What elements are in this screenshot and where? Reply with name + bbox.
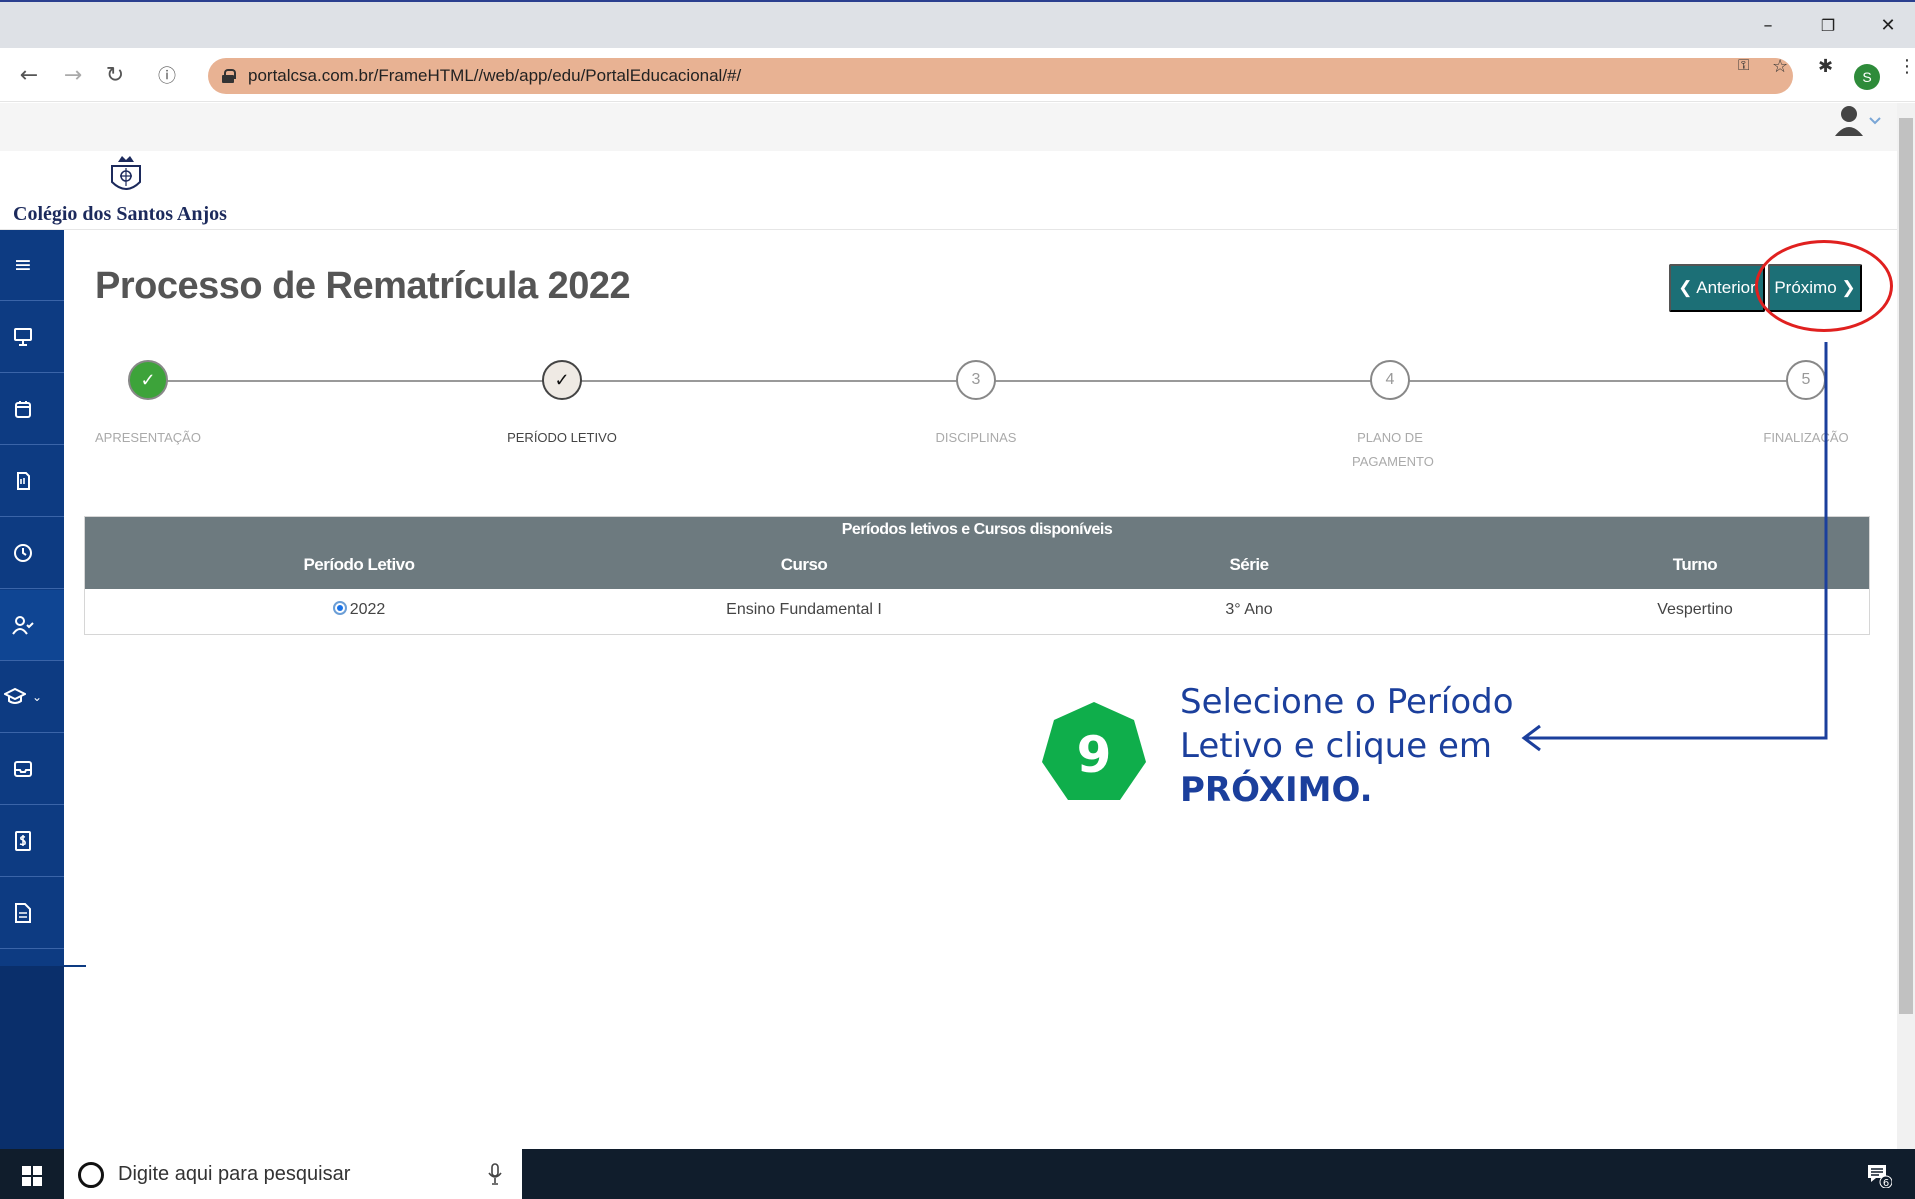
column-header-periodo: Período Letivo: [303, 555, 415, 574]
sidebar-item-academic[interactable]: ⌄: [0, 662, 64, 733]
step-2-label: PERÍODO LETIVO: [507, 430, 617, 445]
taskbar-search-box[interactable]: Digite aqui para pesquisar: [64, 1149, 522, 1199]
notification-center-icon[interactable]: 6: [1866, 1162, 1892, 1188]
header-divider: [0, 229, 1897, 230]
reload-icon[interactable]: ↻: [98, 58, 132, 92]
url-text: portalcsa.com.br/FrameHTML//web/app/edu/…: [248, 66, 742, 85]
step-4-circle: 4: [1370, 360, 1410, 400]
step-3-label: DISCIPLINAS: [935, 430, 1017, 445]
scrollbar-thumb[interactable]: [1899, 118, 1913, 1014]
graduation-cap-icon: [3, 687, 26, 704]
next-button-highlight: [1755, 240, 1893, 332]
windows-start-icon[interactable]: [22, 1166, 42, 1186]
cell-periodo[interactable]: 2022: [209, 601, 509, 619]
step-1-label: APRESENTAÇÃO: [95, 430, 201, 445]
site-info-icon[interactable]: ⓘ: [150, 58, 184, 92]
user-menu-icon[interactable]: [1832, 104, 1866, 140]
cell-serie: 3° Ano: [1225, 601, 1273, 618]
inbox-icon: [14, 761, 32, 777]
minimize-button[interactable]: –: [1748, 10, 1788, 40]
previous-button[interactable]: ❮ Anterior: [1669, 264, 1765, 312]
chevron-down-icon: ⌄: [31, 690, 43, 704]
instruction-line-1: Selecione o Período: [1180, 682, 1514, 722]
period-radio[interactable]: [332, 601, 347, 615]
sidebar-item-documents[interactable]: [0, 878, 64, 949]
sidebar-item-schedule[interactable]: [0, 518, 64, 589]
portal-top-header: [0, 103, 1897, 151]
monitor-icon: [14, 328, 32, 346]
cortana-icon[interactable]: [78, 1162, 104, 1188]
sidebar-footer: [0, 966, 64, 1149]
clock-icon: [14, 544, 32, 562]
step-4-label: PLANO DE PAGAMENTO: [1352, 430, 1434, 469]
instruction-line-3: PRÓXIMO.: [1180, 770, 1373, 810]
forward-icon[interactable]: →: [56, 58, 90, 92]
browser-titlebar: – ❐ ✕: [0, 2, 1915, 48]
document-hand-icon: [17, 472, 30, 490]
star-icon[interactable]: ☆: [1772, 56, 1788, 77]
school-crest-icon: [111, 156, 141, 190]
key-icon[interactable]: ⚿: [1738, 56, 1749, 74]
microphone-icon[interactable]: [488, 1163, 502, 1185]
sidebar-item-financial[interactable]: [0, 806, 64, 877]
pointer-arrow: [1521, 342, 1828, 752]
file-icon: [15, 903, 31, 923]
chevron-down-icon[interactable]: [1869, 116, 1881, 126]
browser-menu-icon[interactable]: ⋮: [1898, 56, 1915, 77]
step-1-circle: ✓: [128, 360, 168, 400]
cell-curso: Ensino Fundamental I: [726, 601, 882, 618]
address-bar[interactable]: portalcsa.com.br/FrameHTML//web/app/edu/…: [208, 58, 1793, 94]
sidebar-menu-toggle[interactable]: ≡: [0, 230, 64, 301]
column-header-serie: Série: [1229, 555, 1269, 574]
calendar-icon: [15, 401, 31, 418]
back-icon[interactable]: ←: [12, 58, 46, 92]
step-3-circle: 3: [956, 360, 996, 400]
extensions-icon[interactable]: ✱: [1818, 56, 1833, 77]
instruction-text: Selecione o Período Letivo e clique em P…: [1180, 680, 1514, 812]
school-name: Colégio dos Santos Anjos: [13, 203, 227, 225]
sidebar-divider: [64, 965, 86, 967]
user-check-icon: [12, 616, 34, 635]
sidebar-item-calendar[interactable]: [0, 374, 64, 445]
sidebar-item-requests[interactable]: [0, 446, 64, 517]
sidebar-item-home[interactable]: [0, 302, 64, 373]
badge-number: 9: [1077, 726, 1112, 784]
column-header-curso: Curso: [780, 555, 828, 574]
period-value: 2022: [349, 601, 386, 618]
restore-button[interactable]: ❐: [1808, 10, 1848, 40]
browser-navbar: ← → ↻ ⓘ portalcsa.com.br/FrameHTML//web/…: [0, 48, 1915, 102]
lock-icon: [222, 69, 236, 83]
browser-profile-avatar[interactable]: S: [1854, 64, 1880, 90]
instruction-line-2: Letivo e clique em: [1180, 726, 1492, 766]
menu-icon: ≡: [13, 252, 33, 278]
step-2-circle: ✓: [542, 360, 582, 400]
page-title: Processo de Rematrícula 2022: [95, 265, 631, 307]
taskbar-search-placeholder: Digite aqui para pesquisar: [118, 1162, 351, 1185]
close-button[interactable]: ✕: [1868, 10, 1908, 40]
money-document-icon: [15, 831, 31, 851]
step-number-badge: 9: [1042, 702, 1146, 800]
notification-count: 6: [1883, 1178, 1889, 1188]
sidebar-item-enrollment[interactable]: [0, 590, 64, 661]
sidebar-item-inbox[interactable]: [0, 734, 64, 805]
